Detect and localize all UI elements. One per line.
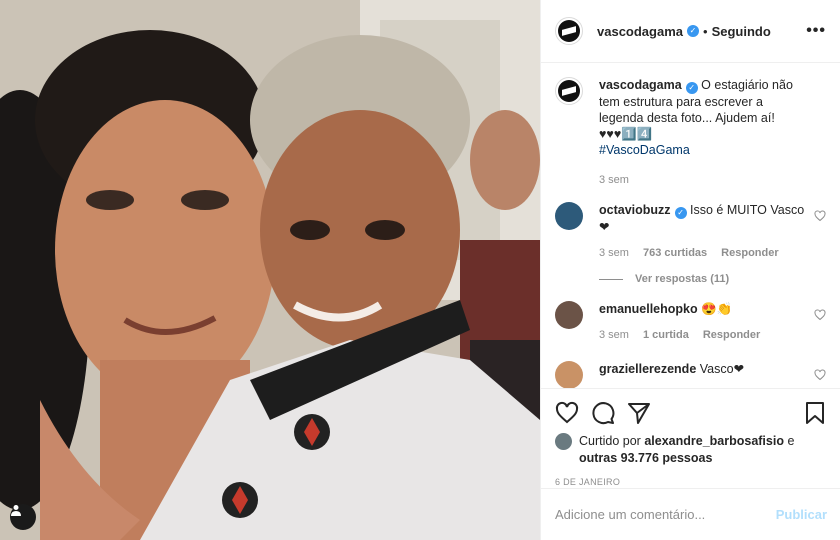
verified-badge-icon: ✓ [674, 207, 687, 219]
comment-avatar[interactable] [555, 361, 583, 388]
comment-avatar[interactable] [555, 301, 583, 329]
post-header: vascodagama ✓ • Seguindo ••• [541, 0, 840, 63]
photo-illustration [0, 0, 540, 540]
reply-button[interactable]: Responder [703, 327, 760, 343]
publish-button[interactable]: Publicar [776, 507, 827, 522]
view-replies-label[interactable]: Ver respostas (11) [635, 273, 729, 285]
reply-button[interactable]: Responder [721, 245, 778, 261]
caption-avatar[interactable] [555, 77, 583, 105]
comment-body: graziellerezende Vasco❤ [599, 361, 826, 388]
comment-input[interactable] [555, 507, 776, 522]
comment-meta: 3 sem 763 curtidas Responder [599, 245, 806, 261]
heart-icon[interactable] [814, 210, 826, 222]
comment-username[interactable]: emanuellehopko [599, 302, 698, 316]
following-button[interactable]: Seguindo [712, 24, 771, 39]
liker-avatar[interactable] [555, 433, 572, 450]
comment-likes[interactable]: 1 curtida [643, 327, 689, 343]
likes-others[interactable]: outras 93.776 pessoas [579, 451, 712, 465]
caption-hashtag[interactable]: #VascoDaGama [599, 142, 806, 158]
author-avatar[interactable] [555, 17, 583, 45]
verified-badge-icon: ✓ [687, 25, 699, 37]
comment-body: octaviobuzz ✓ Isso é MUITO Vasco❤ 3 sem 7… [599, 202, 826, 261]
instagram-post-view: vascodagama ✓ • Seguindo ••• vascodagama… [0, 0, 840, 540]
user-tag-icon [11, 505, 21, 516]
comments-list[interactable]: vascodagama ✓ O estagiário não tem estrut… [541, 63, 840, 388]
comment-text: Vasco❤ [699, 362, 745, 376]
comment-time[interactable]: 3 sem [599, 245, 629, 261]
action-icons [555, 401, 827, 425]
post-side-panel: vascodagama ✓ • Seguindo ••• vascodagama… [540, 0, 840, 540]
comment-avatar[interactable] [555, 202, 583, 230]
comment-likes[interactable]: 763 curtidas [643, 245, 707, 261]
likes-text: Curtido por alexandre_barbosafisio e out… [579, 433, 827, 467]
comment-meta: 3 sem 1 curtida Responder [599, 327, 806, 343]
liker-username[interactable]: alexandre_barbosafisio [644, 434, 784, 448]
comment-item: emanuellehopko 😍👏 3 sem 1 curtida Respon… [555, 301, 826, 343]
post-actions: Curtido por alexandre_barbosafisio e out… [541, 388, 840, 487]
caption-meta: 3 sem [599, 172, 806, 188]
post-date[interactable]: 6 DE JANEIRO [555, 477, 827, 487]
add-comment-bar: Publicar [541, 488, 840, 540]
comment-icon[interactable] [591, 401, 615, 425]
comment-text: 😍👏 [701, 302, 733, 316]
replies-divider [599, 278, 623, 280]
comment-username[interactable]: octaviobuzz [599, 203, 671, 217]
comment-body: emanuellehopko 😍👏 3 sem 1 curtida Respon… [599, 301, 826, 343]
likes-prefix: Curtido por [579, 434, 641, 448]
caption-time[interactable]: 3 sem [599, 172, 629, 188]
verified-badge-icon: ✓ [685, 82, 698, 94]
heart-icon[interactable] [814, 369, 826, 381]
comment-username[interactable]: graziellerezende [599, 362, 696, 376]
comment-item: octaviobuzz ✓ Isso é MUITO Vasco❤ 3 sem 7… [555, 202, 826, 261]
more-options-icon[interactable]: ••• [806, 22, 826, 40]
heart-icon[interactable] [814, 309, 826, 321]
bookmark-icon[interactable] [803, 401, 827, 425]
caption-username[interactable]: vascodagama [599, 78, 682, 92]
post-photo[interactable] [0, 0, 540, 540]
likes-summary: Curtido por alexandre_barbosafisio e out… [555, 433, 827, 467]
caption-body: vascodagama ✓ O estagiário não tem estrut… [599, 77, 826, 188]
heart-icon[interactable] [555, 401, 579, 425]
likes-middle: e [787, 434, 795, 448]
view-replies-button[interactable]: Ver respostas (11) [599, 273, 826, 285]
comment-item: graziellerezende Vasco❤ [555, 361, 826, 388]
share-icon[interactable] [627, 401, 651, 425]
caption: vascodagama ✓ O estagiário não tem estrut… [555, 77, 826, 188]
comment-time[interactable]: 3 sem [599, 327, 629, 343]
author-username[interactable]: vascodagama [597, 24, 683, 39]
separator-dot: • [703, 23, 708, 39]
user-tags-button[interactable] [10, 504, 36, 530]
